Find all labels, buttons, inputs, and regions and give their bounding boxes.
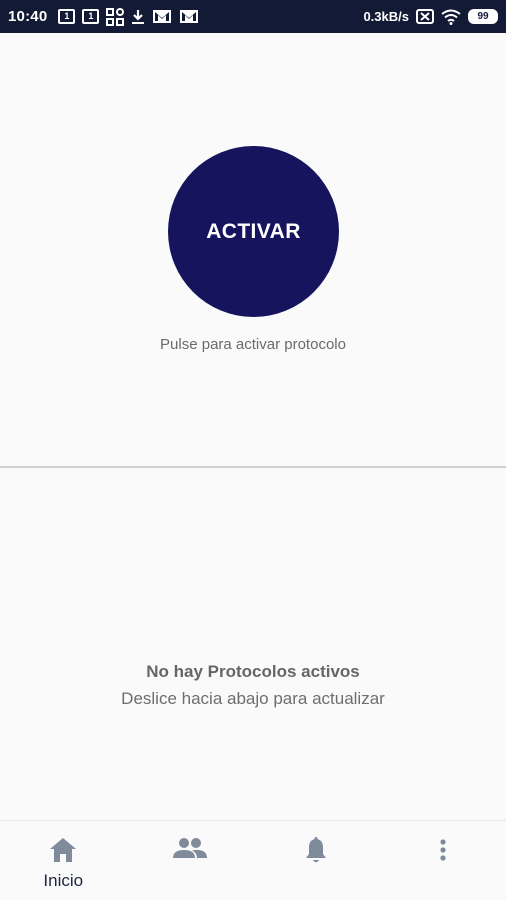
app-grid-icon [106, 7, 125, 26]
activate-section: ACTIVAR Pulse para activar protocolo [0, 33, 506, 467]
status-bar-left: 10:40 1 1 [8, 7, 199, 26]
status-bar: 10:40 1 1 0.3kB/s 99 [0, 0, 506, 33]
sim2-icon: 1 [82, 9, 100, 24]
nav-label-inicio: Inicio [43, 871, 84, 890]
wifi-icon [441, 9, 461, 25]
activate-hint: Pulse para activar protocolo [160, 336, 346, 353]
empty-state-subtitle: Deslice hacia abajo para actualizar [121, 689, 385, 708]
status-bar-right: 0.3kB/s 99 [363, 9, 498, 25]
people-icon [172, 837, 207, 864]
network-speed: 0.3kB/s [363, 9, 409, 24]
nav-item-more[interactable] [380, 821, 506, 900]
battery-icon: 99 [468, 9, 498, 24]
bell-icon [304, 837, 328, 870]
empty-state-title: No hay Protocolos activos [146, 662, 360, 681]
nav-item-inicio[interactable]: Inicio [0, 821, 127, 900]
gmail-icon [152, 9, 172, 24]
home-icon [49, 837, 77, 868]
no-sim-icon [416, 9, 434, 24]
download-icon [131, 9, 145, 25]
more-vertical-icon [439, 837, 447, 868]
nav-item-people[interactable] [127, 821, 254, 900]
nav-item-notifications[interactable] [253, 821, 380, 900]
app-screen: 10:40 1 1 0.3kB/s 99 ACTIVAR Pulse para … [0, 0, 506, 900]
status-time: 10:40 [8, 8, 48, 25]
bottom-navigation: Inicio [0, 820, 506, 900]
sim1-icon: 1 [58, 9, 76, 24]
gmail-icon-2 [179, 9, 199, 24]
activate-button[interactable]: ACTIVAR [168, 146, 339, 317]
protocols-list[interactable]: No hay Protocolos activos Deslice hacia … [0, 468, 506, 820]
